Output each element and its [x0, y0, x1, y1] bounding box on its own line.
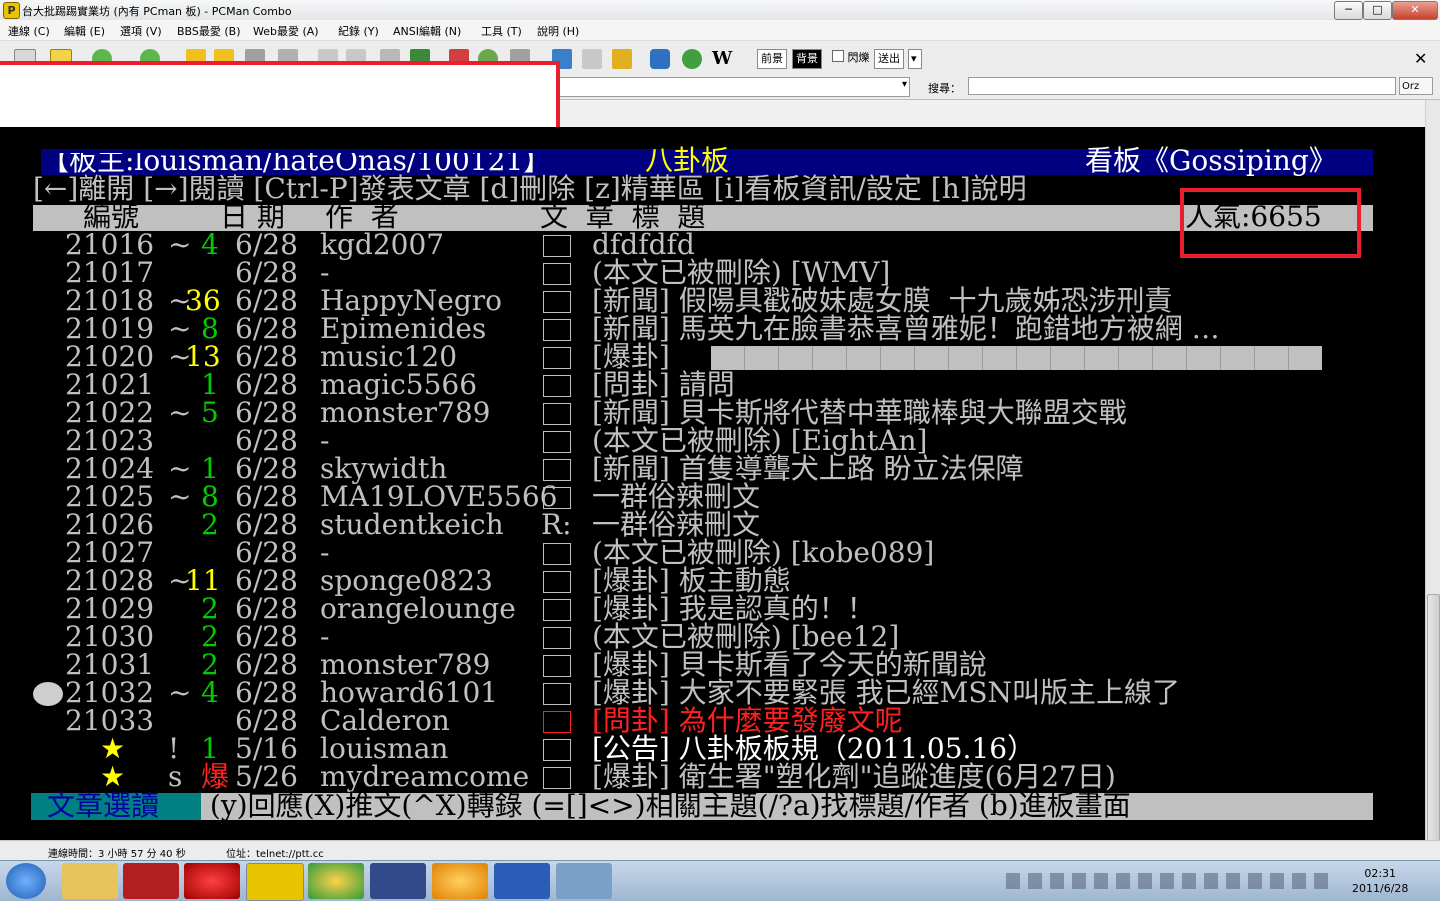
menu-help[interactable]: 說明 (H): [537, 23, 579, 39]
system-tray-icons[interactable]: [1006, 873, 1336, 889]
menu-bbs-favorites[interactable]: BBS最愛 (B): [177, 23, 241, 39]
connection-time: 連線時間：3 小時 57 分 40 秒: [48, 849, 186, 860]
background-color-button[interactable]: 背景: [792, 49, 822, 69]
word-taskbar-icon[interactable]: [494, 863, 550, 899]
post-row[interactable]: [33, 231, 1373, 259]
blink-label: 閃爍: [847, 51, 870, 64]
post-row[interactable]: [33, 567, 1373, 595]
window-title: 台大批踢踢實業坊 (內有 PCman 板) - PCMan Combo: [22, 5, 292, 18]
chrome-taskbar-icon[interactable]: [308, 863, 364, 899]
blink-checkbox-box[interactable]: [832, 50, 844, 62]
clock[interactable]: 02:31 2011/6/28: [1352, 866, 1408, 896]
scrollbar-thumb[interactable]: [1427, 594, 1440, 841]
blink-checkbox[interactable]: 閃爍: [829, 49, 873, 67]
search-input[interactable]: [968, 77, 1396, 95]
post-row[interactable]: [33, 455, 1373, 483]
post-row[interactable]: [33, 427, 1373, 455]
messenger-taskbar-icon[interactable]: [556, 863, 612, 899]
clock-time: 02:31: [1364, 867, 1397, 880]
post-row[interactable]: [33, 287, 1373, 315]
post-row[interactable]: [33, 539, 1373, 567]
title-bar: P 台大批踢踢實業坊 (內有 PCman 板) - PCMan Combo ─ …: [0, 0, 1440, 21]
board-title: 看板《Gossiping》: [1085, 144, 1337, 177]
col-title: 文 章 標 題: [540, 200, 706, 233]
post-row[interactable]: [33, 259, 1373, 287]
status-bar: 連線時間：3 小時 57 分 40 秒 位址：telnet://ptt.cc: [0, 840, 1440, 861]
post-row[interactable]: [33, 511, 1373, 539]
cursor-indicator: [33, 682, 63, 706]
send-dropdown-arrow-icon[interactable]: ▾: [908, 49, 922, 69]
filezilla-taskbar-icon[interactable]: [123, 863, 179, 899]
menu-tools[interactable]: 工具 (T): [481, 23, 522, 39]
post-row[interactable]: [33, 707, 1373, 735]
address-combo[interactable]: ▾: [558, 77, 910, 97]
minimize-button[interactable]: ─: [1334, 1, 1363, 20]
menu-log[interactable]: 紀錄 (Y): [338, 23, 379, 39]
clock-date: 2011/6/28: [1352, 882, 1409, 895]
post-row[interactable]: [33, 679, 1373, 707]
opera-taskbar-icon[interactable]: [184, 863, 240, 899]
foreground-color-button[interactable]: 前景: [757, 49, 787, 69]
kmplayer-taskbar-icon[interactable]: [370, 863, 426, 899]
board-name: 八卦板: [645, 144, 730, 177]
menu-bar: 連線 (C) 編輯 (E) 選項 (V) BBS最愛 (B) Web最愛 (A)…: [0, 20, 1440, 41]
pcman-taskbar-icon[interactable]: [246, 863, 304, 901]
menu-view[interactable]: 選項 (V): [120, 23, 162, 39]
lock-icon[interactable]: [612, 49, 632, 69]
post-row[interactable]: [33, 595, 1373, 623]
post-row[interactable]: [33, 399, 1373, 427]
post-row[interactable]: [33, 315, 1373, 343]
post-row[interactable]: [33, 623, 1373, 651]
pcman-app-icon[interactable]: P: [3, 2, 20, 19]
post-row[interactable]: [33, 371, 1373, 399]
col-number: 編號: [83, 200, 140, 233]
post-row[interactable]: [33, 483, 1373, 511]
send-button[interactable]: 送出: [874, 49, 904, 69]
col-author: 作 者: [325, 200, 399, 233]
footer-keys: (y)回應(X)推文(^X)轉錄 (=[]<>)相關主題(/?a)找標題/作者 …: [201, 789, 1131, 822]
connection-address: 位址：telnet://ptt.cc: [226, 849, 324, 860]
search-label: 搜尋：: [928, 82, 961, 95]
post-row[interactable]: [33, 735, 1373, 763]
menu-connect[interactable]: 連線 (C): [8, 23, 50, 39]
close-button[interactable]: ✕: [1392, 1, 1438, 20]
wikipedia-icon[interactable]: W: [712, 49, 732, 69]
menu-edit[interactable]: 編輯 (E): [64, 23, 105, 39]
browser-icon[interactable]: [650, 49, 670, 69]
taskbar: 02:31 2011/6/28: [0, 860, 1440, 901]
calendar-icon[interactable]: [582, 49, 602, 69]
search-engine-select[interactable]: Orz: [1399, 77, 1433, 95]
menu-ansi-edit[interactable]: ANSI編輯 (N): [393, 23, 461, 39]
col-date: 日 期: [220, 200, 285, 233]
menu-web-favorites[interactable]: Web最愛 (A): [253, 23, 319, 39]
post-row[interactable]: [33, 763, 1373, 791]
footer-mode: 文章選讀: [47, 789, 160, 822]
post-row[interactable]: [33, 343, 1373, 371]
popularity-highlight-box: [1180, 188, 1361, 258]
post-row[interactable]: [33, 651, 1373, 679]
help-line: [←]離開 [→]閱讀 [Ctrl-P]發表文章 [d]刪除 [z]精華區 [i…: [33, 172, 1027, 205]
flower-icon[interactable]: [682, 49, 702, 69]
maximize-button[interactable]: □: [1363, 1, 1392, 20]
close-pane-icon[interactable]: ✕: [1414, 49, 1427, 68]
start-button[interactable]: [6, 863, 46, 899]
media-taskbar-icon[interactable]: [432, 863, 488, 899]
explorer-taskbar-icon[interactable]: [62, 863, 118, 899]
address-dropdown-icon[interactable]: ▾: [902, 79, 907, 90]
